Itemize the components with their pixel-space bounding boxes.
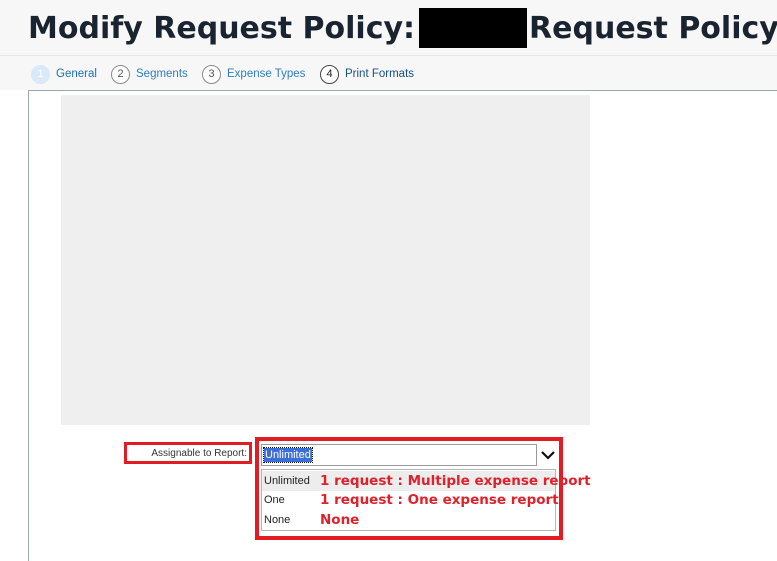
step-general[interactable]: 1 General bbox=[31, 64, 97, 84]
redacted-content-area bbox=[61, 95, 590, 425]
dropdown-options-list: Unlimited 1 request : Multiple expense r… bbox=[261, 469, 591, 531]
option-annotation: 1 request : Multiple expense report bbox=[320, 473, 591, 489]
step-label: Expense Types bbox=[227, 68, 306, 80]
step-label: Print Formats bbox=[345, 68, 415, 80]
step-label: General bbox=[56, 68, 97, 80]
option-label: One bbox=[264, 494, 285, 506]
redacted-policy-name bbox=[419, 8, 528, 48]
step-segments[interactable]: 2 Segments bbox=[111, 64, 188, 84]
option-label: Unlimited bbox=[264, 475, 310, 487]
page-title-suffix: Request Policy bbox=[529, 10, 777, 46]
step-print-formats[interactable]: 4 Print Formats bbox=[320, 64, 414, 84]
step-expense-types[interactable]: 3 Expense Types bbox=[202, 64, 305, 84]
step-number: 2 bbox=[111, 64, 130, 84]
chevron-down-icon[interactable] bbox=[539, 446, 557, 464]
page-title-prefix: Modify Request Policy: bbox=[28, 10, 416, 46]
option-annotation: None bbox=[320, 512, 360, 528]
assignable-select-value: Unlimited bbox=[263, 447, 313, 463]
assignable-select[interactable]: Unlimited bbox=[261, 444, 537, 466]
assignable-label: Assignable to Report: bbox=[151, 447, 247, 459]
page-title: Modify Request Policy: Request Policy bbox=[28, 6, 777, 50]
step-number: 3 bbox=[202, 64, 221, 84]
option-none[interactable]: None None bbox=[262, 510, 555, 530]
page-header: Modify Request Policy: Request Policy bbox=[0, 0, 777, 56]
step-number: 1 bbox=[31, 64, 50, 84]
option-unlimited[interactable]: Unlimited 1 request : Multiple expense r… bbox=[262, 471, 591, 491]
assignable-label-highlight: Assignable to Report: bbox=[124, 442, 252, 464]
option-annotation: 1 request : One expense report bbox=[320, 492, 559, 508]
step-number: 4 bbox=[320, 64, 339, 84]
option-label: None bbox=[264, 514, 291, 526]
option-one[interactable]: One 1 request : One expense report bbox=[262, 490, 559, 510]
step-label: Segments bbox=[136, 68, 188, 80]
